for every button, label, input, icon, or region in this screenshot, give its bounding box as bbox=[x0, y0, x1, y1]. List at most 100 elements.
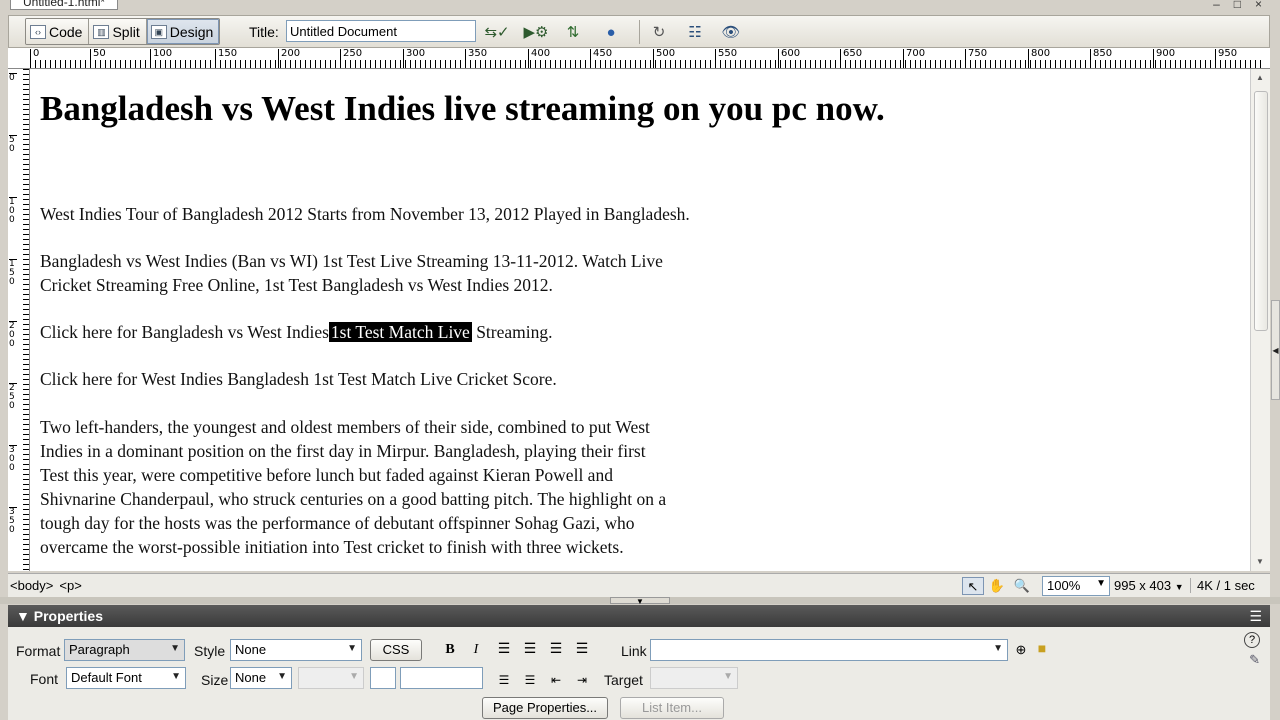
ruler-label: 3 0 0 bbox=[9, 445, 17, 473]
bold-button[interactable]: B bbox=[440, 640, 460, 660]
target-label: Target bbox=[604, 672, 643, 688]
chevron-down-icon: ▼ bbox=[1174, 582, 1184, 592]
design-view-icon: ▣ bbox=[150, 24, 167, 39]
text-color-input[interactable] bbox=[400, 667, 483, 689]
chevron-down-icon: ▼ bbox=[171, 671, 181, 682]
properties-panel: Format Paragraph ▼ Style None ▼ CSS B I ☰ … bbox=[8, 627, 1270, 720]
chevron-down-icon: ▼ bbox=[277, 671, 287, 682]
indent-icon[interactable]: ⇥ bbox=[572, 671, 592, 689]
paragraph-line: Indies in a dominant position on the fir… bbox=[40, 441, 646, 461]
refresh-icon[interactable]: ↻ bbox=[647, 22, 671, 42]
ordered-list-icon[interactable]: ☰ bbox=[520, 671, 540, 689]
ruler-label: 100 bbox=[150, 49, 172, 68]
chevron-down-icon: ▼ bbox=[723, 671, 733, 682]
outdent-icon[interactable]: ⇤ bbox=[546, 671, 566, 689]
font-select[interactable]: Default Font ▼ bbox=[66, 667, 186, 689]
hand-tool-icon[interactable]: ✋ bbox=[986, 577, 1008, 595]
code-view-icon: ‹› bbox=[30, 24, 46, 39]
browse-folder-icon[interactable]: ■ bbox=[1032, 640, 1052, 660]
preview-debug-icon[interactable]: ▶⚙ bbox=[524, 22, 549, 42]
paragraph-tour[interactable]: West Indies Tour of Bangladesh 2012 Star… bbox=[40, 202, 690, 226]
window-size[interactable]: 995 x 403 ▼ bbox=[1114, 578, 1184, 593]
ruler-label: 450 bbox=[590, 49, 612, 68]
panel-splitter[interactable]: ▼ bbox=[0, 597, 1280, 606]
visual-aids-icon[interactable]: 👁 bbox=[719, 22, 743, 42]
quick-tag-editor-icon[interactable]: ✎ bbox=[1249, 652, 1260, 668]
tag-p[interactable]: <p> bbox=[59, 578, 81, 593]
ruler-label: 700 bbox=[903, 49, 925, 68]
css-button[interactable]: CSS bbox=[370, 639, 422, 661]
split-view-label: Split bbox=[112, 23, 140, 40]
size-value: None bbox=[235, 670, 267, 685]
paragraph-match-report[interactable]: Two left-handers, the youngest and oldes… bbox=[40, 415, 666, 559]
scrollbar-thumb[interactable] bbox=[1254, 91, 1268, 331]
file-transfer-icon[interactable]: ⇅ bbox=[561, 22, 585, 42]
scroll-down-icon[interactable]: ▼ bbox=[1256, 557, 1264, 566]
point-to-file-icon[interactable]: ⊕ bbox=[1011, 640, 1031, 660]
code-view-button[interactable]: ‹› Code bbox=[26, 19, 90, 44]
target-select: ▼ bbox=[650, 667, 738, 689]
text-color-swatch[interactable] bbox=[370, 667, 396, 689]
paragraph-line: overcame the worst-possible initiation i… bbox=[40, 537, 624, 557]
ruler-label: 50 bbox=[90, 49, 106, 68]
align-left-icon[interactable]: ☰ bbox=[494, 640, 514, 660]
align-center-icon[interactable]: ☰ bbox=[520, 640, 540, 660]
style-select[interactable]: None ▼ bbox=[230, 639, 362, 661]
scroll-up-icon[interactable]: ▲ bbox=[1256, 73, 1264, 82]
split-view-button[interactable]: ▥ Split bbox=[89, 19, 147, 44]
ruler-label: 500 bbox=[653, 49, 675, 68]
format-label: Format bbox=[16, 643, 61, 659]
panel-collapse-handle[interactable]: ◀ bbox=[1271, 300, 1280, 400]
download-size: 4K / 1 sec bbox=[1190, 578, 1255, 593]
vertical-scrollbar[interactable]: ▲ ▼ bbox=[1250, 69, 1270, 571]
unordered-list-icon[interactable]: ☰ bbox=[494, 671, 514, 689]
ruler-label: 300 bbox=[403, 49, 425, 68]
help-icon[interactable]: ? bbox=[1244, 632, 1260, 648]
splitter-grip-icon[interactable]: ▼ bbox=[610, 597, 670, 606]
file-management-icon[interactable]: ⇆✓ bbox=[484, 22, 509, 42]
paragraph-line: Two left-handers, the youngest and oldes… bbox=[40, 417, 650, 437]
ruler-label: 400 bbox=[528, 49, 550, 68]
zoom-tool-icon[interactable]: 🔍 bbox=[1011, 577, 1033, 595]
document-tab[interactable]: Untitled-1.html* bbox=[10, 0, 119, 10]
style-value: None bbox=[235, 642, 267, 657]
ruler-label: 650 bbox=[840, 49, 862, 68]
align-right-icon[interactable]: ☰ bbox=[546, 640, 566, 660]
horizontal-ruler: 0 50 100 150 200 250 300 350 400 450 500… bbox=[8, 48, 1270, 69]
italic-button[interactable]: I bbox=[466, 640, 486, 660]
format-select[interactable]: Paragraph ▼ bbox=[64, 639, 185, 661]
properties-panel-header[interactable]: ▼ Properties ☰ bbox=[8, 605, 1270, 627]
ruler-label: 0 bbox=[30, 49, 39, 68]
page-heading[interactable]: Bangladesh vs West Indies live streaming… bbox=[40, 89, 885, 129]
window-controls[interactable]: –□× bbox=[1213, 0, 1276, 11]
font-value: Default Font bbox=[71, 670, 142, 685]
page-properties-button[interactable]: Page Properties... bbox=[482, 697, 608, 719]
view-options-icon[interactable]: ☷ bbox=[683, 22, 707, 42]
title-input[interactable] bbox=[286, 20, 476, 42]
ruler-label: 750 bbox=[965, 49, 987, 68]
justify-icon[interactable]: ☰ bbox=[572, 640, 592, 660]
paragraph-live-streaming[interactable]: Bangladesh vs West Indies (Ban vs WI) 1s… bbox=[40, 249, 663, 297]
document-toolbar: ‹› Code ▥ Split ▣ Design Title: ⇆✓ ▶⚙ ⇅ … bbox=[8, 15, 1270, 48]
ruler-label: 200 bbox=[278, 49, 300, 68]
zoom-select[interactable]: 100% ▼ bbox=[1042, 576, 1110, 596]
design-view-button[interactable]: ▣ Design bbox=[146, 19, 220, 44]
link-input[interactable]: ▼ bbox=[650, 639, 1008, 661]
paragraph-click-here-score[interactable]: Click here for West Indies Bangladesh 1s… bbox=[40, 367, 557, 391]
panel-options-icon[interactable]: ☰ bbox=[1249, 605, 1262, 627]
size-select[interactable]: None ▼ bbox=[230, 667, 292, 689]
document-tab-strip: Untitled-1.html* –□× bbox=[0, 0, 1280, 16]
browser-preview-icon[interactable]: ● bbox=[599, 22, 623, 42]
paragraph-line: tough day for the hosts was the performa… bbox=[40, 513, 635, 533]
selected-text[interactable]: 1st Test Match Live bbox=[328, 322, 472, 342]
view-switcher: ‹› Code ▥ Split ▣ Design bbox=[25, 18, 221, 45]
chevron-down-icon: ▼ bbox=[349, 671, 359, 682]
paragraph-click-here-streaming[interactable]: Click here for Bangladesh vs West Indies… bbox=[40, 320, 553, 344]
size-label: Size bbox=[201, 672, 229, 688]
tag-body[interactable]: <body> bbox=[10, 578, 53, 593]
format-value: Paragraph bbox=[69, 642, 130, 657]
ruler-label: 150 bbox=[215, 49, 237, 68]
chevron-down-icon: ▼ bbox=[347, 643, 357, 654]
select-tool-icon[interactable]: ↖ bbox=[962, 577, 984, 595]
design-canvas[interactable]: Bangladesh vs West Indies live streaming… bbox=[30, 69, 1250, 571]
